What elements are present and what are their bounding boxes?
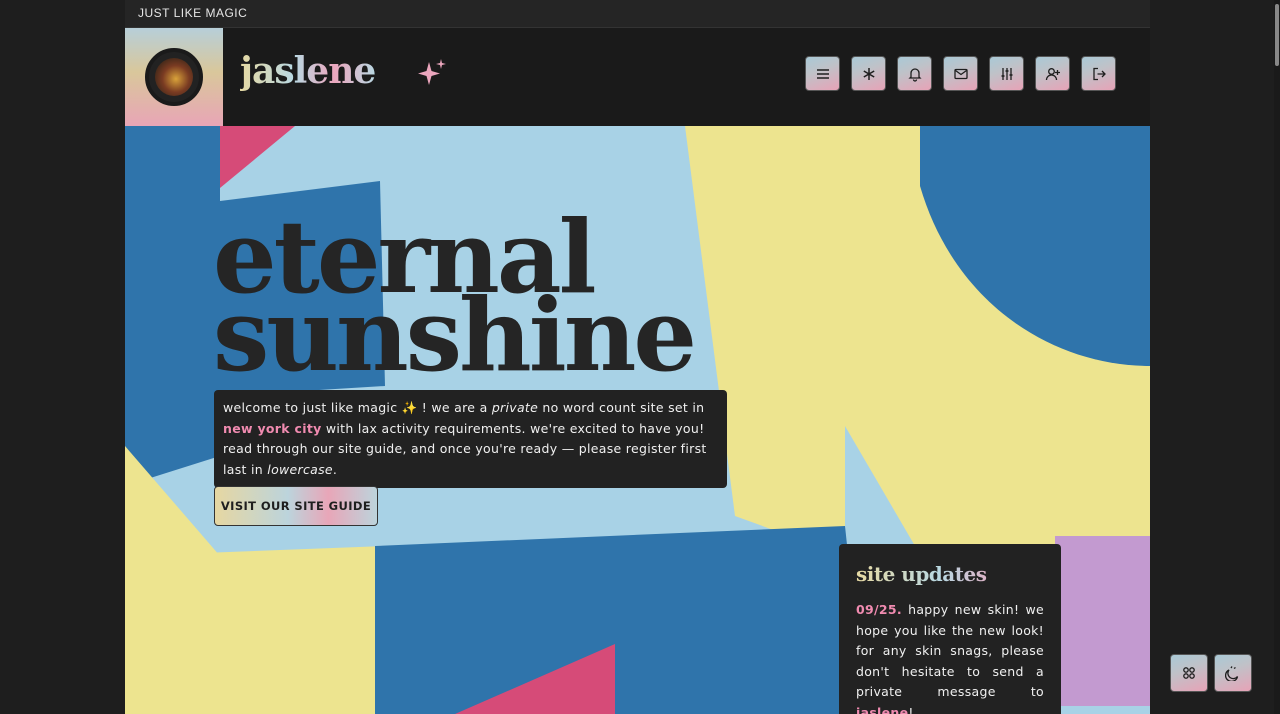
site-logo[interactable]: jaslene — [240, 50, 376, 92]
avatar-image — [155, 58, 193, 96]
welcome-emphasis: lowercase — [267, 461, 333, 477]
welcome-text: welcome to just like magic — [223, 400, 402, 415]
add-user-icon — [1045, 67, 1060, 80]
notifications-button[interactable] — [897, 56, 932, 91]
site-updates-body: 09/25. happy new skin! we hope you like … — [856, 600, 1044, 714]
welcome-box: welcome to just like magic ✨ ! we are a … — [214, 390, 727, 488]
site-updates-panel: site updates 09/25. happy new skin! we h… — [839, 544, 1061, 714]
admin-name-link[interactable]: jaslene — [856, 705, 908, 714]
update-date: 09/25. — [856, 602, 902, 617]
grid-button[interactable] — [1170, 654, 1208, 692]
sparkle-icon — [418, 59, 446, 85]
site-guide-button[interactable]: VISIT OUR SITE GUIDE — [214, 486, 378, 526]
header-nav — [805, 56, 1116, 91]
top-strip: JUST LIKE MAGIC — [125, 0, 1150, 28]
messages-button[interactable] — [943, 56, 978, 91]
hero-title-line-2: sunshine — [213, 276, 697, 394]
avatar-box — [125, 28, 223, 126]
moon-toggle-icon — [1225, 666, 1239, 681]
welcome-emphasis: private — [491, 400, 539, 415]
register-button[interactable] — [1035, 56, 1070, 91]
page-frame: JUST LIKE MAGIC jaslene eternal sunshine… — [125, 0, 1150, 714]
scrollbar-thumb[interactable] — [1275, 4, 1279, 66]
location-highlight: new york city — [223, 420, 322, 436]
settings-button[interactable] — [989, 56, 1024, 91]
header: jaslene — [125, 28, 1150, 126]
scrollbar[interactable] — [1274, 0, 1280, 714]
hero-title: eternal sunshine — [213, 207, 697, 394]
logout-button[interactable] — [1081, 56, 1116, 91]
welcome-text: ! we are a — [417, 400, 492, 415]
welcome-text: . — [332, 461, 338, 477]
menu-icon — [816, 68, 829, 79]
bell-icon — [907, 67, 922, 82]
asterisk-icon — [862, 67, 875, 80]
logout-icon — [1092, 67, 1106, 80]
grid-icon — [1183, 667, 1195, 679]
update-text-end: ! — [908, 704, 914, 714]
asterisk-button[interactable] — [851, 56, 886, 91]
sparkle-emoji: ✨ — [401, 400, 418, 415]
welcome-text: no word count site set in — [538, 400, 705, 415]
avatar[interactable] — [145, 48, 203, 106]
sliders-icon — [1001, 67, 1012, 80]
site-updates-title: site updates — [856, 562, 1044, 586]
hero: eternal sunshine welcome to just like ma… — [125, 126, 1150, 714]
menu-button[interactable] — [805, 56, 840, 91]
mail-icon — [953, 68, 968, 79]
site-name-label: JUST LIKE MAGIC — [138, 6, 248, 20]
theme-toggle-button[interactable] — [1214, 654, 1252, 692]
